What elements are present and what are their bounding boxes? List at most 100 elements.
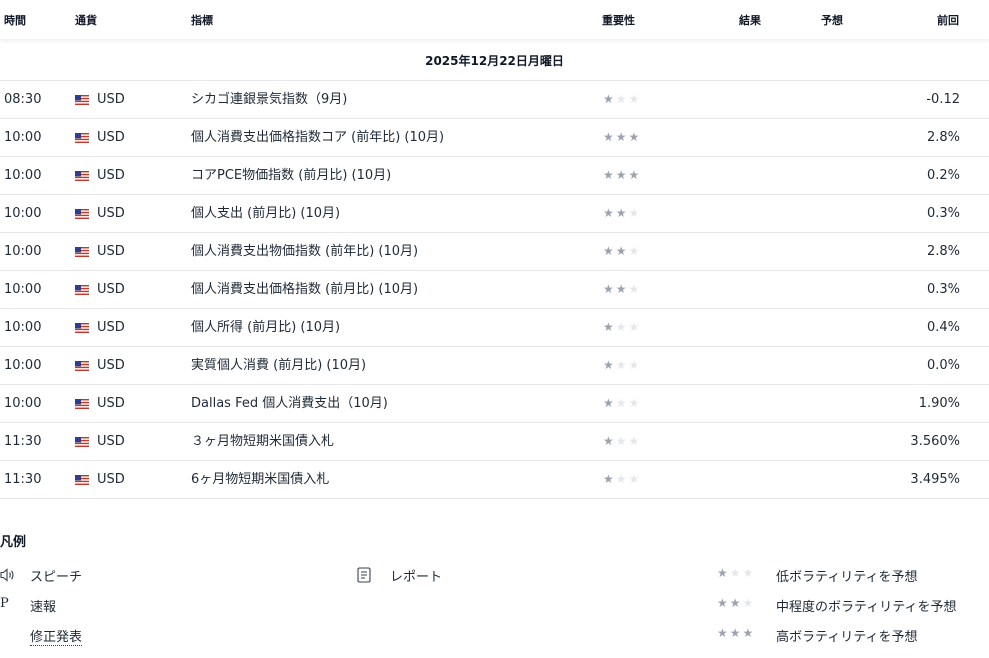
event-name[interactable]: 個人消費支出物価指数 (前年比) (10月) xyxy=(191,233,418,270)
table-row[interactable]: 08:30 USD シカゴ連銀景気指数（9月) ★★★ -0.12 xyxy=(0,81,989,119)
legend-high-volatility: ★★★ 高ボラティリティを予想 xyxy=(717,626,977,645)
star-icon: ★ xyxy=(729,596,743,610)
us-flag-icon xyxy=(75,437,89,447)
star-icon: ★ xyxy=(615,358,629,372)
table-row[interactable]: 10:00 USD 実質個人消費 (前月比) (10月) ★★★ 0.0% xyxy=(0,347,989,385)
star-icon: ★ xyxy=(628,244,642,258)
star-icon: ★ xyxy=(615,282,629,296)
event-time: 08:30 xyxy=(4,92,42,107)
event-currency: USD xyxy=(97,206,125,221)
events-table: 08:30 USD シカゴ連銀景気指数（9月) ★★★ -0.12 10:00 USD 個人消… xyxy=(0,81,989,499)
star-icon: ★ xyxy=(615,92,629,106)
importance-rating: ★★★ xyxy=(603,423,641,460)
star-icon: ★ xyxy=(615,320,629,334)
header-time: 時間 xyxy=(4,14,26,27)
legend-low-volatility: ★★★ 低ボラティリティを予想 xyxy=(717,566,977,585)
event-time: 10:00 xyxy=(4,244,42,259)
us-flag-icon xyxy=(75,247,89,257)
importance-rating: ★★★ xyxy=(603,347,641,384)
legend-preliminary: P 速報 xyxy=(0,596,120,615)
event-name[interactable]: 6ヶ月物短期米国債入札 xyxy=(191,461,329,498)
legend-revised: 修正発表 xyxy=(0,626,120,646)
legend-title: 凡例 xyxy=(0,535,27,550)
event-name[interactable]: 個人消費支出価格指数コア (前年比) (10月) xyxy=(191,119,444,156)
star-rating-high: ★★★ xyxy=(717,626,755,640)
event-time: 10:00 xyxy=(4,320,42,335)
speaker-icon xyxy=(0,566,16,587)
event-time: 10:00 xyxy=(4,130,42,145)
legend-report-label: レポート xyxy=(390,570,443,585)
table-row[interactable]: 10:00 USD Dallas Fed 個人消費支出（10月) ★★★ 1.90% xyxy=(0,385,989,423)
star-icon: ★ xyxy=(742,566,756,580)
event-name[interactable]: Dallas Fed 個人消費支出（10月) xyxy=(191,385,388,422)
event-currency: USD xyxy=(97,472,125,487)
event-previous: 3.495% xyxy=(910,472,960,487)
star-icon: ★ xyxy=(729,626,743,640)
event-name[interactable]: ３ヶ月物短期米国債入札 xyxy=(191,423,334,460)
star-icon: ★ xyxy=(615,168,629,182)
us-flag-icon xyxy=(75,209,89,219)
event-previous: 1.90% xyxy=(918,396,960,411)
table-row[interactable]: 11:30 USD 6ヶ月物短期米国債入札 ★★★ 3.495% xyxy=(0,461,989,499)
importance-rating: ★★★ xyxy=(603,157,641,194)
star-icon: ★ xyxy=(615,434,629,448)
legend-medium-volatility: ★★★ 中程度のボラティリティを予想 xyxy=(717,596,987,615)
legend-low-label: 低ボラティリティを予想 xyxy=(776,570,918,585)
event-currency: USD xyxy=(97,358,125,373)
event-time: 10:00 xyxy=(4,206,42,221)
us-flag-icon xyxy=(75,95,89,105)
us-flag-icon xyxy=(75,475,89,485)
star-icon: ★ xyxy=(615,472,629,486)
header-previous: 前回 xyxy=(937,14,959,27)
star-icon: ★ xyxy=(628,358,642,372)
table-row[interactable]: 10:00 USD 個人消費支出価格指数コア (前年比) (10月) ★★★ 2.8% xyxy=(0,119,989,157)
legend-preliminary-label: 速報 xyxy=(30,600,57,615)
star-icon: ★ xyxy=(717,566,730,580)
event-time: 10:00 xyxy=(4,358,42,373)
star-icon: ★ xyxy=(628,434,642,448)
star-icon: ★ xyxy=(628,472,642,486)
star-icon: ★ xyxy=(603,282,616,296)
event-previous: 0.3% xyxy=(926,206,960,221)
event-previous: 0.4% xyxy=(926,320,960,335)
event-currency: USD xyxy=(97,434,125,449)
event-name[interactable]: コアPCE物価指数 (前月比) (10月) xyxy=(191,157,391,194)
importance-rating: ★★★ xyxy=(603,309,641,346)
preliminary-icon: P xyxy=(0,596,9,611)
table-row[interactable]: 10:00 USD コアPCE物価指数 (前月比) (10月) ★★★ 0.2% xyxy=(0,157,989,195)
event-previous: 2.8% xyxy=(926,130,960,145)
us-flag-icon xyxy=(75,285,89,295)
table-row[interactable]: 10:00 USD 個人消費支出物価指数 (前年比) (10月) ★★★ 2.8% xyxy=(0,233,989,271)
header-indicator: 指標 xyxy=(191,14,213,27)
star-icon: ★ xyxy=(615,206,629,220)
event-time: 10:00 xyxy=(4,168,42,183)
event-currency: USD xyxy=(97,92,125,107)
us-flag-icon xyxy=(75,133,89,143)
table-row[interactable]: 10:00 USD 個人所得 (前月比) (10月) ★★★ 0.4% xyxy=(0,309,989,347)
event-name[interactable]: 実質個人消費 (前月比) (10月) xyxy=(191,347,366,384)
star-icon: ★ xyxy=(742,626,756,640)
table-row[interactable]: 11:30 USD ３ヶ月物短期米国債入札 ★★★ 3.560% xyxy=(0,423,989,461)
legend-speech-label: スピーチ xyxy=(30,570,83,585)
event-name[interactable]: 個人消費支出価格指数 (前月比) (10月) xyxy=(191,271,418,308)
event-previous: 0.0% xyxy=(926,358,960,373)
star-icon: ★ xyxy=(615,396,629,410)
event-name[interactable]: 個人支出 (前月比) (10月) xyxy=(191,195,340,232)
table-row[interactable]: 10:00 USD 個人消費支出価格指数 (前月比) (10月) ★★★ 0.3% xyxy=(0,271,989,309)
event-name[interactable]: シカゴ連銀景気指数（9月) xyxy=(191,81,347,118)
event-name[interactable]: 個人所得 (前月比) (10月) xyxy=(191,309,340,346)
event-previous: -0.12 xyxy=(926,92,960,107)
event-previous: 0.2% xyxy=(926,168,960,183)
event-previous: 2.8% xyxy=(926,244,960,259)
importance-rating: ★★★ xyxy=(603,233,641,270)
star-icon: ★ xyxy=(742,596,756,610)
star-icon: ★ xyxy=(628,282,642,296)
legend-revised-label: 修正発表 xyxy=(30,626,83,646)
importance-rating: ★★★ xyxy=(603,461,641,498)
event-currency: USD xyxy=(97,282,125,297)
event-currency: USD xyxy=(97,320,125,335)
us-flag-icon xyxy=(75,399,89,409)
event-previous: 3.560% xyxy=(910,434,960,449)
table-row[interactable]: 10:00 USD 個人支出 (前月比) (10月) ★★★ 0.3% xyxy=(0,195,989,233)
star-icon: ★ xyxy=(628,92,642,106)
